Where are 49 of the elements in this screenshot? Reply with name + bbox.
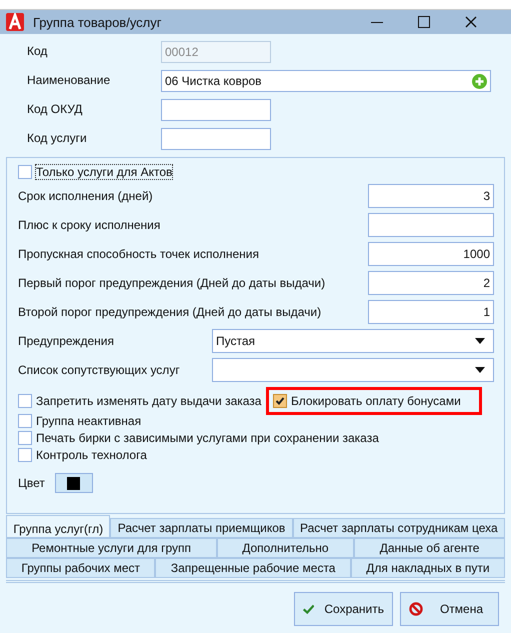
tab[interactable]: Данные об агенте <box>354 538 505 558</box>
field-label: Код ОКУД <box>27 101 84 116</box>
number-field[interactable]: 3 <box>368 184 494 208</box>
tab[interactable]: Ремонтные услуги для групп <box>6 538 217 558</box>
maximize-icon[interactable] <box>418 16 430 28</box>
color-picker[interactable] <box>54 473 93 493</box>
prohibited-icon <box>409 602 423 616</box>
tab[interactable]: Группы рабочих мест <box>6 558 156 578</box>
field-label: Предупреждения <box>18 334 114 348</box>
field-label: Срок исполнения (дней) <box>18 189 153 203</box>
tab[interactable]: Для накладных в пути <box>350 558 506 578</box>
tab[interactable]: Запрещенные рабочие места <box>155 558 351 578</box>
field-label: Первый порог предупреждения (Дней до даты выдачи) <box>18 276 326 290</box>
number-field[interactable]: 1 <box>368 300 494 324</box>
field-label: Второй порог предупреждения (Дней до даты выдачи) <box>18 305 322 319</box>
tab[interactable]: Расчет зарплаты сотрудникам цеха <box>292 518 506 538</box>
tab[interactable]: Дополнительно <box>216 538 354 558</box>
cancel-button[interactable]: Отмена <box>400 592 499 626</box>
field-label: Список сопутствующих услуг <box>18 363 180 377</box>
number-field[interactable]: 2 <box>368 271 494 295</box>
field-label: Наименование <box>27 72 112 87</box>
number-field[interactable] <box>368 213 494 237</box>
tab[interactable]: Группа услуг(гл) <box>6 515 110 538</box>
checkbox[interactable]: Контроль технолога <box>18 448 147 462</box>
checkbox[interactable]: Печать бирки с зависимыми услугами при сохранении заказа <box>18 431 379 445</box>
field-label: Код услуги <box>27 130 88 145</box>
checkmark-icon <box>275 396 285 406</box>
checkbox[interactable]: Только услуги для Актов <box>18 165 494 179</box>
input-field[interactable] <box>161 99 271 121</box>
field-label: Код <box>27 43 48 58</box>
checkmark-icon <box>303 602 314 616</box>
dropdown[interactable] <box>212 358 494 382</box>
tab[interactable]: Расчет зарплаты приемщиков <box>110 518 293 538</box>
app-logo-icon <box>6 13 24 31</box>
checkbox[interactable]: Запретить изменять дату выдачи заказа <box>18 394 262 408</box>
dropdown[interactable]: Пустая <box>212 329 494 353</box>
window-title: Группа товаров/услуг <box>33 14 163 30</box>
field-label: Пропускная способность точек исполнения <box>18 247 259 261</box>
close-icon[interactable] <box>465 16 477 28</box>
add-icon[interactable] <box>472 74 487 88</box>
save-button[interactable]: Сохранить <box>294 592 393 626</box>
caret-icon <box>475 338 485 344</box>
number-field[interactable]: 1000 <box>368 242 494 266</box>
input-field[interactable]: 06 Чистка ковров <box>161 70 491 92</box>
caret-icon <box>475 367 485 373</box>
field-label: Цвет <box>18 476 45 490</box>
field-label: Плюс к сроку исполнения <box>18 218 160 232</box>
input-field[interactable] <box>161 128 271 150</box>
checkbox[interactable]: Группа неактивная <box>18 414 142 428</box>
